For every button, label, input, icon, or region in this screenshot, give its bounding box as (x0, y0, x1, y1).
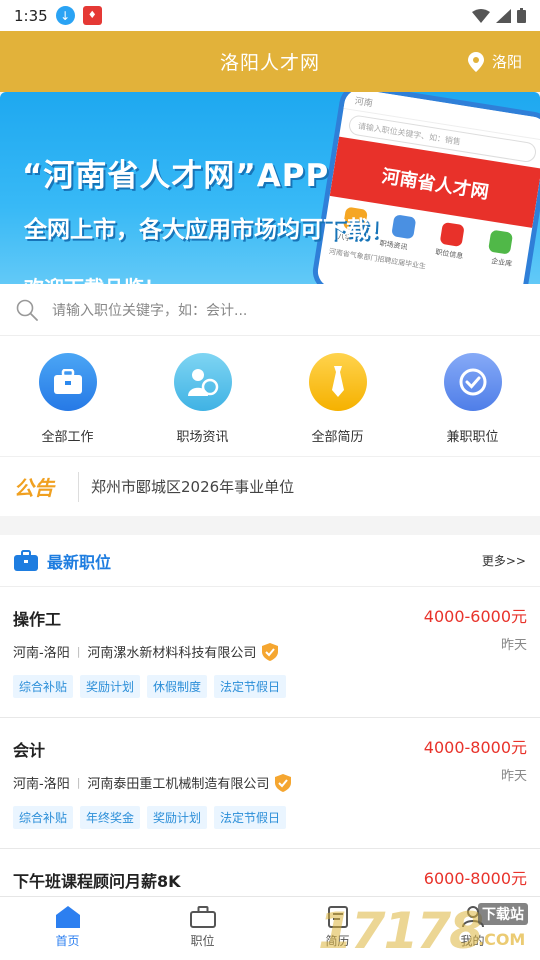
job-title: 下午班课程顾问月薪8K (13, 872, 181, 891)
job-area: 河南-洛阳 (13, 777, 70, 792)
verified-shield-icon (275, 773, 292, 792)
menu-label: 全部工作 (41, 430, 94, 445)
menu-label: 兼职职位 (446, 430, 499, 445)
jobs-section-icon (14, 550, 38, 571)
meta-divider: | (76, 645, 81, 658)
briefcase-icon (38, 353, 97, 411)
nav-label: 职位 (190, 934, 215, 948)
job-salary: 4000-8000元 (423, 738, 527, 757)
signal-icon (496, 8, 511, 23)
location-label: 洛阳 (491, 53, 522, 71)
battery-icon (517, 8, 526, 23)
phone-app-icon (439, 221, 465, 248)
job-area: 河南-洛阳 (13, 646, 70, 661)
nav-label: 首页 (55, 934, 80, 948)
job-tag: 综合补贴 (13, 675, 74, 698)
job-meta: 河南-洛阳 | 河南漯水新材料科技有限公司 (13, 642, 279, 661)
job-salary: 6000-8000元 (423, 869, 527, 888)
status-bar: 1:35 ↓ ♦ (0, 0, 540, 31)
briefcase-icon (189, 906, 216, 928)
clock-check-icon (443, 353, 502, 411)
wifi-icon (472, 8, 490, 23)
banner-subline: 全网上市，各大应用市场均可下载！ (24, 217, 392, 243)
menu-label: 职场资讯 (176, 430, 229, 445)
job-company: 河南漯水新材料科技有限公司 (87, 646, 257, 661)
job-tag: 奖励计划 (147, 806, 208, 829)
app-screen: 1:35 ↓ ♦ 洛阳人才网 洛阳 河南 请输入职位关键字、如：销售 河南省人才… (0, 0, 540, 960)
watermark-badge: 下载站 (478, 903, 528, 925)
search-icon (16, 299, 38, 321)
banner-welcome: 欢迎下载品鉴！ (24, 272, 164, 284)
location-selector[interactable]: 洛阳 (467, 31, 522, 92)
more-link[interactable]: 更多>> (482, 552, 526, 569)
job-tag: 休假制度 (147, 675, 208, 698)
meta-divider: | (76, 776, 81, 789)
job-company: 河南泰田重工机械制造有限公司 (87, 777, 270, 792)
job-tag: 年终奖金 (80, 806, 141, 829)
section-title: 最新职位 (47, 552, 112, 572)
search-placeholder: 请输入职位关键字，如：会计... (52, 302, 248, 319)
verified-shield-icon (262, 642, 279, 661)
nav-jobs[interactable]: 职位 (135, 897, 270, 960)
divider (78, 471, 79, 502)
quick-menu: 全部工作 职场资讯 全部简历 兼职职位 (0, 336, 540, 456)
job-tag: 综合补贴 (13, 806, 74, 829)
banner-phone-mockup: 河南 请输入职位关键字、如：销售 河南省人才网 八字 职场资讯 职位信息 企业库… (315, 92, 540, 284)
top-header: 洛阳人才网 洛阳 (0, 31, 540, 92)
menu-part-time[interactable]: 兼职职位 (405, 336, 540, 456)
tie-icon (308, 353, 367, 411)
menu-all-jobs[interactable]: 全部工作 (0, 336, 135, 456)
job-card[interactable]: 操作工 4000-6000元 昨天 河南-洛阳 | 河南漯水新材料科技有限公司 … (0, 587, 540, 718)
status-icons (472, 8, 526, 23)
location-pin-icon (467, 51, 484, 72)
app-notification-icon: ♦ (82, 6, 102, 25)
promo-banner[interactable]: 河南 请输入职位关键字、如：销售 河南省人才网 八字 职场资讯 职位信息 企业库… (0, 92, 540, 284)
job-time: 昨天 (500, 769, 527, 784)
job-title: 会计 (13, 741, 46, 760)
job-tag: 法定节假日 (214, 675, 287, 698)
home-icon (55, 906, 80, 928)
nav-home[interactable]: 首页 (0, 897, 135, 960)
announcement-text: 郑州市郾城区2026年事业单位 (91, 478, 295, 496)
job-salary: 4000-6000元 (423, 607, 527, 626)
watermark-logo: 17178 (318, 902, 484, 960)
phone-app-icon (488, 229, 514, 255)
announcement-bar[interactable]: 公告 郑州市郾城区2026年事业单位 (0, 456, 540, 516)
menu-all-resumes[interactable]: 全部简历 (270, 336, 405, 456)
job-tags: 综合补贴 奖励计划 休假制度 法定节假日 (13, 675, 287, 698)
menu-label: 全部简历 (311, 430, 364, 445)
announcement-tag: 公告 (14, 476, 54, 500)
page-title: 洛阳人才网 (219, 52, 320, 74)
job-meta: 河南-洛阳 | 河南泰田重工机械制造有限公司 (13, 773, 292, 792)
watermark-domain: .COM (478, 930, 526, 949)
job-tags: 综合补贴 年终奖金 奖励计划 法定节假日 (13, 806, 287, 829)
status-time: 1:35 (14, 6, 48, 25)
download-notification-icon: ↓ (55, 6, 75, 25)
job-tag: 法定节假日 (214, 806, 287, 829)
job-tag: 奖励计划 (80, 675, 141, 698)
menu-career-news[interactable]: 职场资讯 (135, 336, 270, 456)
job-time: 昨天 (500, 638, 527, 653)
latest-jobs-header: 最新职位 更多>> (0, 535, 540, 587)
person-news-icon (173, 353, 232, 411)
phone-app-icon (391, 214, 417, 240)
job-title: 操作工 (13, 610, 62, 629)
job-card[interactable]: 会计 4000-8000元 昨天 河南-洛阳 | 河南泰田重工机械制造有限公司 … (0, 718, 540, 849)
search-input[interactable]: 请输入职位关键字，如：会计... (0, 284, 540, 336)
banner-headline: “河南省人才网”APP (22, 158, 330, 194)
